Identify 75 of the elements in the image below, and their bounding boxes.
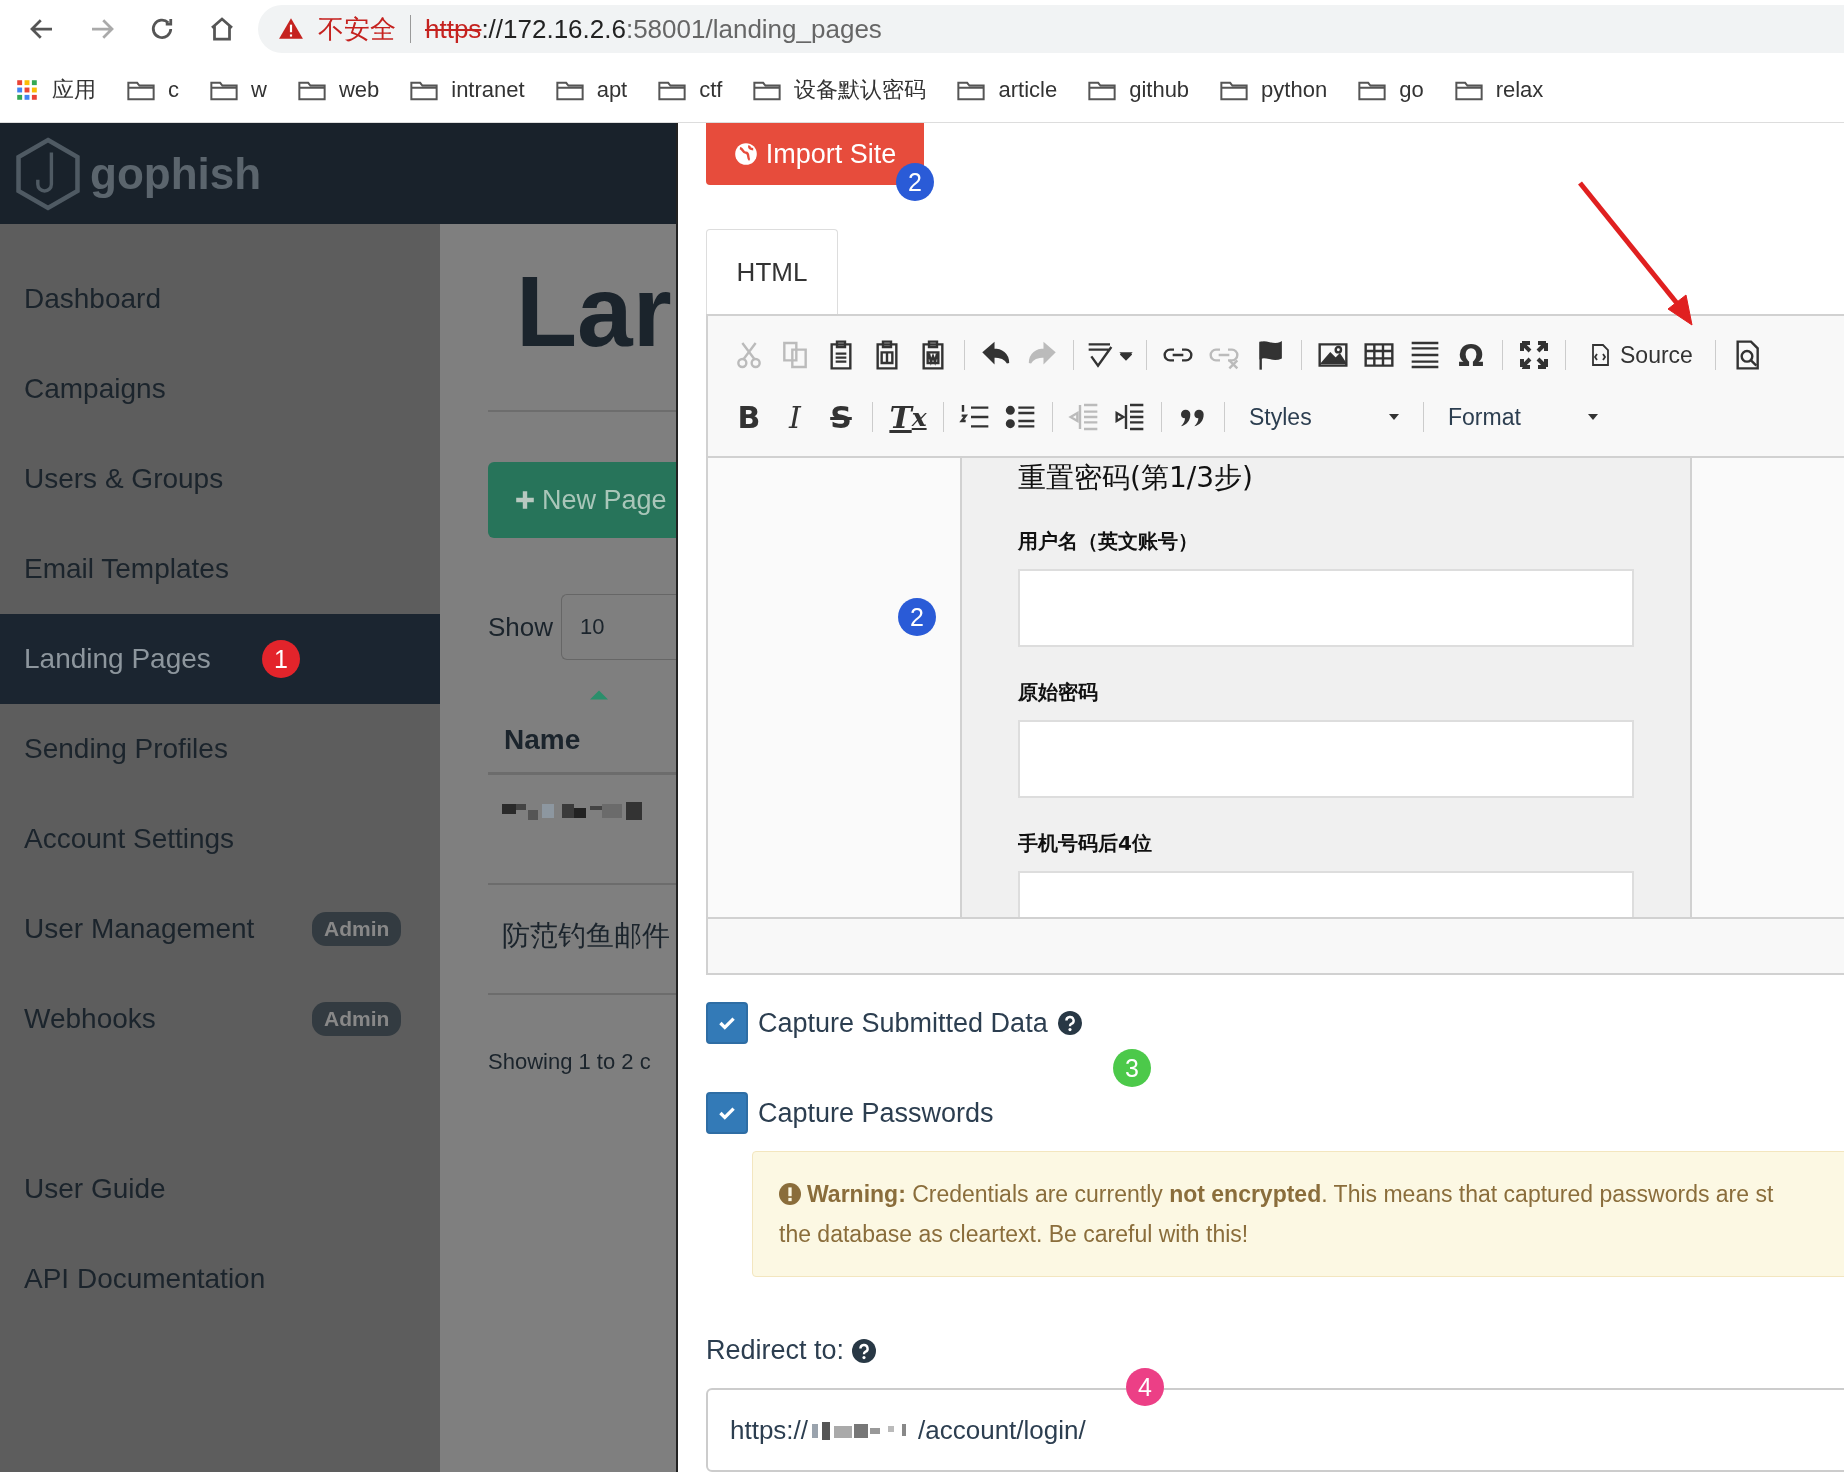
dropdown-button[interactable]: Format bbox=[1436, 403, 1610, 431]
bookmark-link[interactable]: github bbox=[1129, 77, 1190, 103]
caret-icon bbox=[1588, 414, 1598, 420]
folder-icon[interactable] bbox=[296, 79, 327, 101]
warning-text: Warning: Credentials are currently not encrypted. This means that captured passwords are st bbox=[807, 1180, 1774, 1209]
special-character-button[interactable]: Ω bbox=[1452, 339, 1490, 371]
pagination-info: Showing 1 to 2 c bbox=[488, 1049, 652, 1075]
bookmark-link[interactable]: web bbox=[338, 77, 380, 103]
dropdown-button[interactable]: Styles bbox=[1237, 403, 1411, 431]
folder-icon[interactable] bbox=[1219, 79, 1250, 101]
number-marker: 4 bbox=[1126, 1368, 1164, 1406]
bookmark-link[interactable]: article bbox=[998, 77, 1058, 103]
column-header[interactable]: Name bbox=[504, 724, 581, 756]
bookmark-link[interactable]: apt bbox=[596, 77, 628, 103]
folder-icon[interactable] bbox=[554, 79, 585, 101]
bookmark-link[interactable]: 设备默认密码 bbox=[794, 75, 927, 105]
folder-icon[interactable] bbox=[657, 79, 688, 101]
help-icon[interactable] bbox=[1057, 1011, 1082, 1035]
html-tab[interactable]: HTML bbox=[706, 229, 838, 314]
italic-button[interactable]: I bbox=[776, 401, 814, 433]
folder-icon[interactable] bbox=[126, 79, 156, 101]
input-field[interactable] bbox=[1018, 720, 1634, 798]
address-bar[interactable]: 不安全 https://172.16.2.6:58001/landing_pages bbox=[258, 5, 1844, 53]
redirect-label: Redirect to: bbox=[706, 1335, 845, 1366]
field-label: 用户名（英文账号） bbox=[1018, 528, 1199, 555]
warning-text: the database as cleartext. Be careful with this! bbox=[779, 1220, 1249, 1249]
input-field[interactable] bbox=[1018, 569, 1634, 647]
globe-icon bbox=[733, 142, 758, 166]
table-cell-text: 防范钓鱼邮件 bbox=[502, 919, 670, 953]
help-icon[interactable] bbox=[852, 1338, 877, 1363]
bookmark-link[interactable]: 应用 bbox=[52, 75, 96, 105]
checkbox[interactable] bbox=[706, 1092, 748, 1134]
caret-icon bbox=[1389, 414, 1399, 420]
checkbox-label[interactable]: Capture Submitted Data bbox=[758, 1007, 1048, 1039]
number-marker: 3 bbox=[1113, 1049, 1151, 1087]
folder-icon[interactable] bbox=[1453, 79, 1484, 101]
form-heading: 重置密码(第1/3步) bbox=[1018, 460, 1254, 496]
bookmark-link[interactable]: python bbox=[1261, 77, 1328, 103]
number-marker: 2 bbox=[898, 598, 936, 636]
folder-icon[interactable] bbox=[1357, 79, 1388, 101]
bold-button[interactable]: B bbox=[730, 401, 768, 433]
url-text: /account/login/ bbox=[918, 1414, 1086, 1446]
exclamation-icon bbox=[779, 1183, 801, 1205]
bookmark-link[interactable]: intranet bbox=[451, 77, 525, 103]
bookmark-link[interactable]: go bbox=[1399, 77, 1424, 103]
checkbox-label[interactable]: Capture Passwords bbox=[758, 1097, 994, 1129]
warning-triangle-icon bbox=[278, 16, 304, 42]
bookmark-link[interactable]: relax bbox=[1495, 77, 1544, 103]
checkbox[interactable] bbox=[706, 1002, 748, 1044]
page-title: Lar bbox=[515, 256, 673, 366]
bookmark-link[interactable]: c bbox=[168, 77, 179, 103]
plus-icon bbox=[514, 489, 536, 511]
bookmark-link[interactable]: w bbox=[251, 77, 267, 103]
folder-icon[interactable] bbox=[752, 79, 783, 101]
url-text: https:// bbox=[730, 1414, 809, 1446]
logo-text: gophish bbox=[90, 148, 262, 199]
security-label: 不安全 bbox=[318, 12, 396, 46]
url-text: https://172.16.2.6:58001/landing_pages bbox=[425, 13, 882, 45]
folder-icon[interactable] bbox=[1087, 79, 1118, 101]
admin-badge: Admin bbox=[312, 1002, 402, 1036]
hexagon-hook-logo-icon bbox=[14, 135, 82, 212]
field-label: 手机号码后4位 bbox=[1018, 830, 1153, 857]
strikethrough-button[interactable]: S bbox=[822, 401, 860, 433]
bookmark-link[interactable]: ctf bbox=[699, 77, 723, 103]
admin-badge: Admin bbox=[312, 912, 402, 946]
show-label: Show bbox=[488, 611, 554, 643]
apps-grid-icon[interactable] bbox=[14, 79, 40, 101]
number-marker: 2 bbox=[896, 163, 934, 201]
folder-icon[interactable] bbox=[209, 79, 239, 101]
folder-icon[interactable] bbox=[956, 79, 987, 101]
field-label: 原始密码 bbox=[1018, 679, 1099, 706]
folder-icon[interactable] bbox=[409, 79, 440, 101]
source-button[interactable]: Source bbox=[1578, 339, 1703, 371]
sidebar-item[interactable]: Landing Pages 1 bbox=[0, 614, 440, 704]
number-marker: 1 bbox=[262, 640, 300, 678]
